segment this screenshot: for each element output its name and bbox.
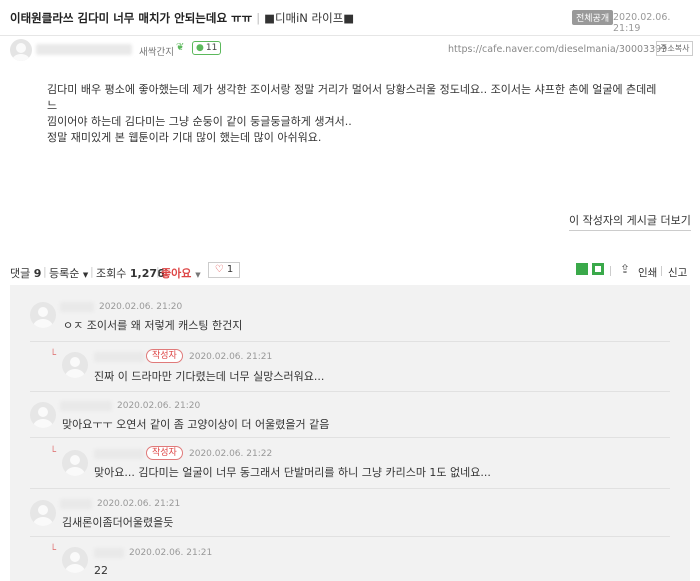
comment-bubble-icon: ● [196,43,204,53]
comment-date: 2020.02.06. 21:21 [189,352,273,362]
post-title: 이태원클라쓰 김다미 너무 매치가 안되는데요 ㅠㅠ [10,11,253,25]
comment-divider [30,437,670,438]
reply-arrow-icon: └ [50,545,57,556]
post-body-line: 김다미 배우 평소에 좋아했는데 제가 생각한 조이서랑 정말 거리가 멀어서 … [47,83,657,112]
visibility-badge: 전체공개 [572,10,614,25]
comment-date: 2020.02.06. 21:22 [189,449,273,459]
comment-divider [30,488,670,489]
comment-text: 맞아요ㅜㅜ 오연서 같이 좀 고양이상이 더 어울렸을거 같음 [62,418,330,431]
comment-date: 2020.02.06. 21:20 [99,302,183,312]
caret-down-icon: ▼ [195,271,201,279]
stats-bar: 댓글 9 | 등록순 ▼ | 조회수 1,276 | 좋아요 ▼ ♡ 1 ⇪ 인… [0,262,700,280]
like-button[interactable]: ♡ 1 [208,262,240,278]
stat-separator: | [156,265,160,278]
copy-address-button[interactable]: 주소복사 [656,41,694,56]
view-count: 조회수 1,276 [96,265,165,281]
comment-date: 2020.02.06. 21:21 [97,499,181,509]
divider [610,266,611,276]
blog-share-icon[interactable] [592,263,604,275]
comment-text: 김새론이좀더어울렸을듯 [62,516,174,529]
reply-arrow-icon: └ [50,447,57,458]
print-link[interactable]: 인쇄 [638,265,657,280]
view-count-label: 조회수 [96,267,127,280]
post-body: 김다미 배우 평소에 좋아했는데 제가 생각한 조이서랑 정말 거리가 멀어서 … [47,82,662,146]
commenter-avatar[interactable] [30,302,56,328]
commenter-avatar[interactable] [62,352,88,378]
comment-divider [30,536,670,537]
post-body-line: 정말 재미있게 본 웹툰이라 기대 많이 했는데 많이 아쉬워요. [47,131,322,144]
reply-arrow-icon: └ [50,350,57,361]
divider [661,266,662,276]
more-posts-link[interactable]: 이 작성자의 게시글 더보기 [569,212,691,231]
share-icon[interactable]: ⇪ [620,262,630,276]
sort-label: 등록순 [49,267,80,280]
post-body-line: 낌이어야 하는데 김다미는 그냥 순둥이 같이 둥글둥글하게 생겨서.. [47,115,352,128]
author-nickname-blurred[interactable] [36,44,132,55]
comment-count-badge[interactable]: ● 11 [192,41,222,55]
commenter-nickname-blurred[interactable] [94,548,124,558]
commenter-avatar[interactable] [30,402,56,428]
comment-count-label: 댓글 [10,267,31,280]
comment-list: 2020.02.06. 21:20 ㅇㅈ 조이서를 왜 저렇게 캐스팅 한건지 … [10,285,690,581]
comment-count-value: 11 [205,43,218,53]
commenter-avatar[interactable] [62,547,88,573]
commenter-nickname-blurred[interactable] [94,449,144,459]
author-avatar[interactable] [10,39,32,61]
commenter-nickname-blurred[interactable] [60,302,94,312]
title-separator: | [256,11,261,25]
post-header: 이태원클라쓰 김다미 너무 매치가 안되는데요 ㅠㅠ | ■디매iN 라이프■ 전체… [0,0,700,36]
caret-down-icon: ▼ [82,271,89,279]
board-link[interactable]: ■디매iN 라이프■ [264,11,354,25]
comment-text: 진짜 이 드라마만 기다렸는데 너무 실망스러워요... [94,370,325,383]
comment-count[interactable]: 댓글 9 [10,265,41,281]
comment-divider [30,341,670,342]
commenter-avatar[interactable] [62,450,88,476]
commenter-avatar[interactable] [30,500,56,526]
commenter-nickname-blurred[interactable] [94,352,144,362]
report-link[interactable]: 신고 [668,265,687,280]
author-tag: 작성자 [146,446,183,460]
commenter-nickname-blurred[interactable] [60,499,92,509]
stat-separator: | [90,265,94,278]
author-rank: 새싹간지 [139,47,174,58]
comment-text: 맞아요... 김다미는 얼굴이 너무 동그래서 단발머리를 하니 그냥 카리스마… [94,466,491,479]
comment-text: ㅇㅈ 조이서를 왜 저렇게 캐스팅 한건지 [63,319,243,332]
rank-leaf-icon: ❦ [176,42,185,53]
stat-separator: | [43,265,47,278]
bookmark-icon[interactable] [576,263,588,275]
commenter-nickname-blurred[interactable] [60,401,112,411]
comment-date: 2020.02.06. 21:20 [117,401,201,411]
comment-text: 22 [94,564,108,577]
comment-count-number: 9 [33,267,42,280]
sort-dropdown[interactable]: 등록순 ▼ [49,265,88,281]
like-count: 1 [226,264,234,275]
comment-divider [30,391,670,392]
post-title-line: 이태원클라쓰 김다미 너무 매치가 안되는데요 ㅠㅠ | ■디매iN 라이프■ [10,10,354,26]
post-url[interactable]: https://cafe.naver.com/dieselmania/30003… [448,44,667,55]
heart-icon: ♡ [214,264,224,275]
like-dropdown[interactable]: 좋아요 ▼ [161,265,201,281]
post-datetime: 2020.02.06. 21:19 [613,12,671,34]
author-tag: 작성자 [146,349,183,363]
comment-date: 2020.02.06. 21:21 [129,548,213,558]
author-row: 새싹간지 ❦ ● 11 https://cafe.naver.com/diesel… [0,36,700,64]
like-label: 좋아요 [161,267,192,280]
